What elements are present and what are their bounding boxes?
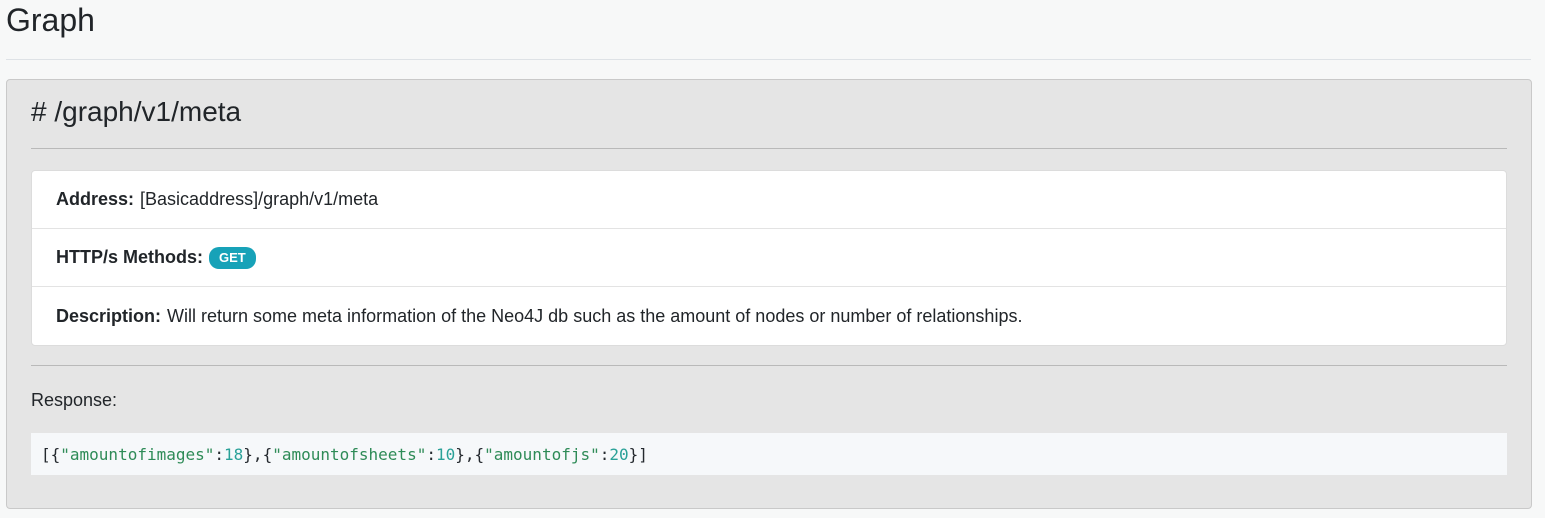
endpoint-title: # /graph/v1/meta <box>31 96 242 127</box>
address-row: Address: [Basicaddress]/graph/v1/meta <box>32 171 1506 229</box>
card-divider-bottom <box>31 365 1507 366</box>
endpoint-card: # /graph/v1/meta Address: [Basicaddress]… <box>6 79 1532 509</box>
endpoint-details-list: Address: [Basicaddress]/graph/v1/meta HT… <box>31 170 1507 346</box>
code-token: : <box>214 444 225 464</box>
description-label: Description: <box>56 305 162 326</box>
title-divider <box>6 59 1531 60</box>
code-token: 18 <box>224 444 244 464</box>
code-token: },{ <box>455 444 485 464</box>
methods-label: HTTP/s Methods: <box>56 247 203 267</box>
description-row: Description: Will return some meta infor… <box>32 287 1506 345</box>
code-token: "amountofjs" <box>484 444 600 464</box>
code-token: 20 <box>609 444 629 464</box>
methods-row: HTTP/s Methods: GET <box>32 229 1506 287</box>
response-code-block: [{"amountofimages":18},{"amountofsheets"… <box>31 433 1507 475</box>
method-badge-get: GET <box>209 246 256 269</box>
code-token: "amountofsheets" <box>272 444 427 464</box>
code-token: : <box>599 444 610 464</box>
response-label: Response: <box>31 390 118 410</box>
code-token: "amountofimages" <box>60 444 215 464</box>
code-token: }] <box>628 444 648 464</box>
address-label: Address: <box>56 189 135 209</box>
code-token: 10 <box>435 444 456 464</box>
code-token: [{ <box>41 444 61 464</box>
code-token: : <box>426 444 436 464</box>
code-token: },{ <box>243 444 273 464</box>
page-title: Graph <box>6 2 95 38</box>
description-value: Will return some meta information of the… <box>167 305 1023 326</box>
address-value: [Basicaddress]/graph/v1/meta <box>140 189 379 209</box>
card-divider-top <box>31 148 1507 149</box>
